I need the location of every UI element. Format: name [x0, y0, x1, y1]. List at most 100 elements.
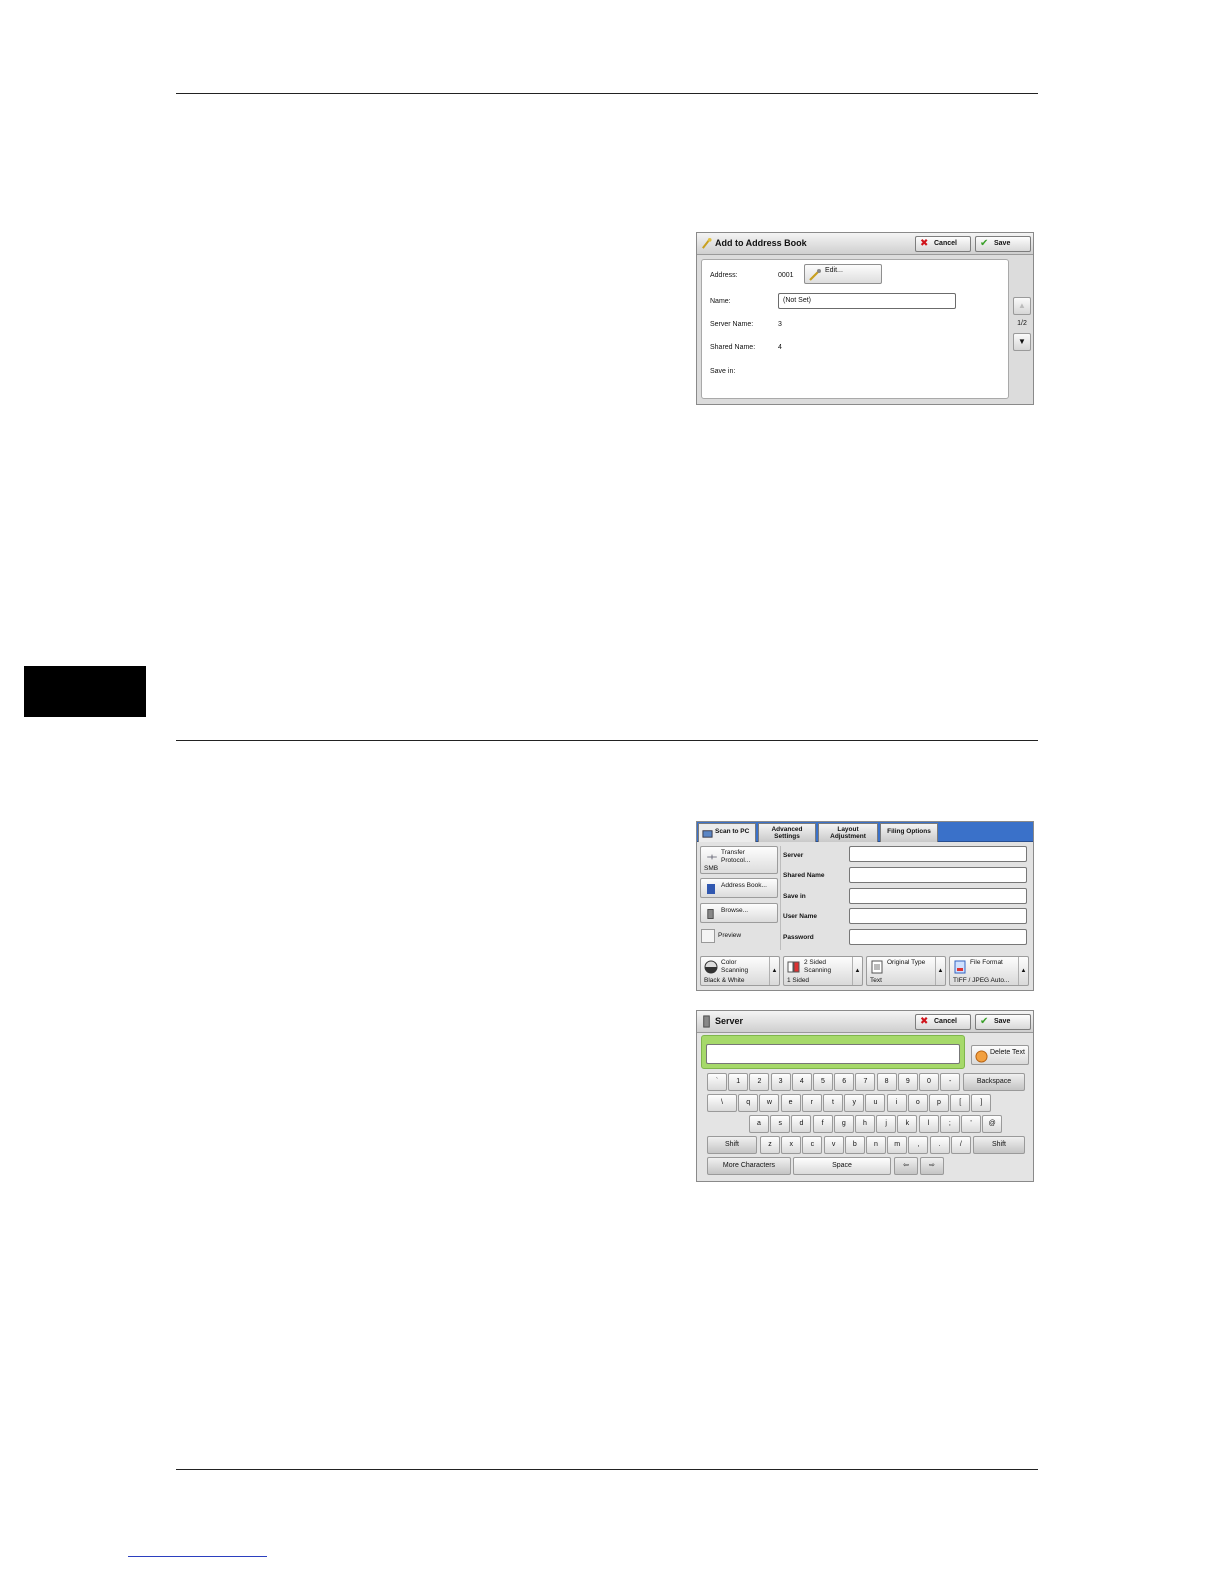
edit-button[interactable]: Edit... [804, 264, 882, 284]
key[interactable]: . [929, 1136, 950, 1154]
save-in-field[interactable] [849, 888, 1027, 904]
key[interactable]: m [887, 1136, 908, 1154]
footer-link-underline[interactable] [128, 1556, 267, 1557]
address-book-label: Address Book... [721, 882, 767, 889]
file-format-button[interactable]: File Format TIFF / JPEG Auto... ▲ [949, 956, 1029, 986]
more-characters-key[interactable]: More Characters [707, 1157, 791, 1175]
key[interactable]: h [855, 1115, 875, 1133]
computer-icon [707, 909, 714, 919]
scroll-up-button[interactable]: ▲ [1013, 297, 1031, 315]
file-format-label: File Format [970, 959, 1003, 966]
header-rule [176, 93, 1038, 94]
key[interactable]: \ [707, 1094, 737, 1112]
server-name-label: Server Name: [710, 321, 754, 328]
name-field[interactable]: (Not Set) [778, 293, 956, 309]
file-format-value: TIFF / JPEG Auto... [953, 977, 1010, 984]
user-name-field[interactable] [849, 908, 1027, 924]
key[interactable]: j [876, 1115, 897, 1133]
save-button[interactable]: ✔ Save [975, 1014, 1031, 1030]
server-text-input[interactable] [706, 1044, 960, 1064]
shared-name-field[interactable] [849, 867, 1027, 883]
key[interactable]: d [791, 1115, 812, 1133]
cursor-right-key[interactable]: ⇨ [920, 1157, 944, 1175]
form-area: Address: 0001 Edit... Name: (Not Set) Se… [701, 259, 1009, 399]
cancel-button[interactable]: ✖ Cancel [915, 236, 971, 252]
key[interactable]: ] [971, 1094, 992, 1112]
key[interactable]: l [918, 1115, 939, 1133]
preview-checkbox[interactable] [701, 929, 715, 943]
key[interactable]: r [801, 1094, 822, 1112]
key[interactable]: k [897, 1115, 918, 1133]
key[interactable]: , [908, 1136, 929, 1154]
network-icon [707, 854, 717, 860]
text-entry-area [701, 1035, 965, 1069]
shift-key-right[interactable]: Shift [973, 1136, 1025, 1154]
key[interactable]: s [770, 1115, 791, 1133]
key[interactable]: ; [939, 1115, 960, 1133]
shared-name-label: Shared Name [783, 872, 825, 879]
key[interactable]: / [950, 1136, 971, 1154]
key[interactable]: 0 [919, 1073, 939, 1091]
key[interactable]: [ [950, 1094, 971, 1112]
key[interactable]: 8 [876, 1073, 897, 1091]
key[interactable]: 9 [897, 1073, 918, 1091]
tab-advanced-settings[interactable]: Advanced Settings [758, 823, 816, 842]
cancel-icon: ✖ [920, 1016, 929, 1027]
shared-name-label: Shared Name: [710, 344, 756, 351]
key[interactable]: ' [961, 1115, 981, 1133]
key[interactable]: 6 [834, 1073, 855, 1091]
key[interactable]: t [823, 1094, 843, 1112]
key[interactable]: 5 [813, 1073, 833, 1091]
key[interactable]: u [865, 1094, 886, 1112]
shift-key-left[interactable]: Shift [707, 1136, 757, 1154]
color-scanning-label: Color Scanning [721, 959, 749, 974]
key[interactable]: y [844, 1094, 865, 1112]
chapter-thumb-tab [24, 666, 146, 717]
key[interactable]: - [940, 1073, 961, 1091]
key[interactable]: 1 [728, 1073, 749, 1091]
server-field[interactable] [849, 846, 1027, 862]
key[interactable]: 3 [770, 1073, 791, 1091]
key[interactable]: w [759, 1094, 780, 1112]
two-sided-scanning-button[interactable]: 2 Sided Scanning 1 Sided ▲ [783, 956, 863, 986]
key[interactable]: g [833, 1115, 854, 1133]
original-type-button[interactable]: Original Type Text ▲ [866, 956, 946, 986]
transfer-protocol-button[interactable]: Transfer Protocol... SMB [700, 846, 778, 874]
key[interactable]: 4 [791, 1073, 812, 1091]
cursor-left-key[interactable]: ⇦ [894, 1157, 918, 1175]
key[interactable]: c [802, 1136, 823, 1154]
scroll-down-button[interactable]: ▼ [1013, 333, 1031, 351]
key[interactable]: 7 [855, 1073, 876, 1091]
key[interactable]: v [823, 1136, 844, 1154]
tab-scan-to-pc[interactable]: Scan to PC [698, 823, 756, 842]
save-button[interactable]: ✔ Save [975, 236, 1031, 252]
key[interactable]: q [738, 1094, 759, 1112]
key[interactable]: n [866, 1136, 886, 1154]
two-sided-icon [787, 961, 800, 973]
scan-to-pc-screen: Scan to PC Advanced Settings Layout Adju… [696, 821, 1034, 991]
key[interactable]: o [907, 1094, 928, 1112]
key[interactable]: @ [982, 1115, 1003, 1133]
computer-icon [703, 1015, 710, 1028]
tab-filing-options[interactable]: Filing Options [880, 823, 938, 842]
delete-text-button[interactable]: Delete Text [971, 1045, 1029, 1065]
key[interactable]: a [749, 1115, 769, 1133]
key[interactable]: p [929, 1094, 949, 1112]
password-field[interactable] [849, 929, 1027, 945]
key[interactable]: b [844, 1136, 865, 1154]
tab-layout-adjustment[interactable]: Layout Adjustment [818, 823, 878, 842]
key[interactable]: 2 [749, 1073, 770, 1091]
key[interactable]: i [886, 1094, 907, 1112]
key[interactable]: f [812, 1115, 833, 1133]
original-type-value: Text [870, 977, 882, 984]
key[interactable]: z [760, 1136, 780, 1154]
address-book-button[interactable]: Address Book... [700, 878, 778, 898]
backspace-key[interactable]: Backspace [963, 1073, 1025, 1091]
space-key[interactable]: Space [793, 1157, 891, 1175]
key[interactable]: ` [707, 1073, 727, 1091]
cancel-button[interactable]: ✖ Cancel [915, 1014, 971, 1030]
color-scanning-button[interactable]: Color Scanning Black & White ▲ [700, 956, 780, 986]
key[interactable]: e [780, 1094, 801, 1112]
browse-button[interactable]: Browse... [700, 903, 778, 923]
key[interactable]: x [781, 1136, 802, 1154]
